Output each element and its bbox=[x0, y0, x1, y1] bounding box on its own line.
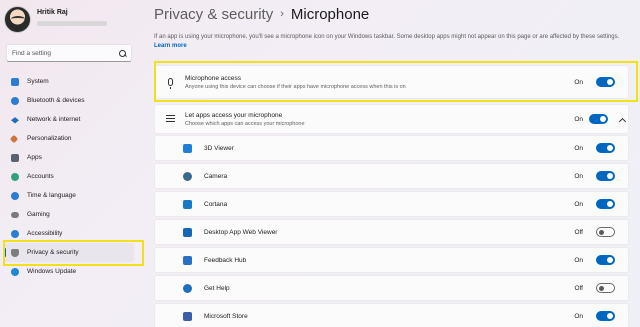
shield-icon bbox=[11, 248, 19, 257]
sidebar-item-label: Gaming bbox=[27, 211, 50, 218]
app-row-camera: Camera On bbox=[154, 163, 629, 189]
sidebar-item-accounts[interactable]: Accounts bbox=[0, 167, 140, 186]
main-content: Privacy & security › Microphone If an app … bbox=[154, 0, 640, 327]
app-toggle[interactable] bbox=[596, 143, 615, 153]
search-input[interactable]: Find a setting bbox=[6, 44, 132, 62]
apps-access-card[interactable]: Let apps access your microphone Choose w… bbox=[154, 104, 629, 134]
app-toggle[interactable] bbox=[596, 283, 615, 293]
app-row-3d-viewer: 3D Viewer On bbox=[154, 135, 629, 161]
breadcrumb-chevron-icon: › bbox=[280, 8, 284, 20]
time-language-icon bbox=[11, 191, 19, 200]
avatar bbox=[4, 6, 31, 33]
camera-icon bbox=[183, 171, 192, 181]
sidebar-item-label: Time & language bbox=[27, 192, 76, 199]
intro-text: If an app is using your microphone, you'… bbox=[154, 33, 632, 51]
sidebar-item-personalization[interactable]: Personalization bbox=[0, 129, 140, 148]
app-state: On bbox=[574, 144, 583, 152]
sidebar-nav: System Bluetooth & devices Network & int… bbox=[0, 72, 140, 281]
app-row-microsoft-store: Microsoft Store On bbox=[154, 303, 629, 327]
apps-access-toggle[interactable] bbox=[589, 114, 608, 124]
sidebar-item-label: Accessibility bbox=[27, 230, 63, 237]
app-state: Off bbox=[574, 284, 583, 292]
store-icon bbox=[183, 311, 192, 321]
cortana-icon bbox=[183, 199, 192, 209]
app-row-get-help: Get Help Off bbox=[154, 275, 629, 301]
gaming-icon bbox=[11, 211, 19, 218]
app-name: Feedback Hub bbox=[204, 256, 247, 264]
get-help-icon bbox=[183, 283, 192, 293]
feedback-hub-icon bbox=[183, 255, 192, 265]
3d-viewer-icon bbox=[183, 143, 192, 153]
learn-more-link[interactable]: Learn more bbox=[154, 43, 187, 49]
breadcrumb[interactable]: Privacy & security bbox=[154, 6, 273, 23]
microphone-icon bbox=[167, 78, 173, 89]
app-name: Get Help bbox=[204, 284, 230, 292]
bluetooth-icon bbox=[11, 96, 19, 105]
sidebar-item-apps[interactable]: Apps bbox=[0, 148, 140, 167]
accessibility-icon bbox=[11, 229, 19, 238]
sidebar-item-network[interactable]: Network & internet bbox=[0, 110, 140, 129]
desktop-web-viewer-icon bbox=[183, 227, 192, 237]
sidebar-item-time-language[interactable]: Time & language bbox=[0, 186, 140, 205]
app-name: Camera bbox=[204, 172, 228, 180]
personalization-icon bbox=[9, 134, 19, 143]
app-state: Off bbox=[574, 228, 583, 236]
sidebar-item-bluetooth[interactable]: Bluetooth & devices bbox=[0, 91, 140, 110]
app-toggle[interactable] bbox=[596, 227, 615, 237]
intro-description: If an app is using your microphone, you'… bbox=[154, 34, 620, 40]
sidebar: Hritik Raj Find a setting System Bluetoo… bbox=[0, 0, 140, 327]
sidebar-item-label: System bbox=[27, 78, 49, 85]
network-icon bbox=[11, 117, 19, 124]
sidebar-item-privacy-security[interactable]: Privacy & security bbox=[4, 243, 134, 262]
app-name: Desktop App Web Viewer bbox=[204, 228, 278, 236]
sidebar-item-label: Personalization bbox=[27, 135, 72, 142]
profile-email-redacted bbox=[37, 21, 107, 26]
apps-access-label: Let apps access your microphone bbox=[185, 111, 283, 119]
sidebar-item-windows-update[interactable]: Windows Update bbox=[0, 262, 140, 281]
app-name: Cortana bbox=[204, 200, 228, 208]
apps-access-desc: Choose which apps can access your microp… bbox=[185, 120, 305, 127]
search-icon[interactable] bbox=[119, 49, 126, 57]
microphone-access-state: On bbox=[574, 78, 583, 86]
apps-access-state: On bbox=[574, 115, 583, 123]
sidebar-item-label: Privacy & security bbox=[27, 249, 79, 256]
app-toggle[interactable] bbox=[596, 311, 615, 321]
microphone-access-label: Microphone access bbox=[185, 74, 241, 82]
sidebar-item-label: Windows Update bbox=[27, 268, 77, 275]
windows-update-icon bbox=[11, 267, 19, 276]
system-icon bbox=[11, 77, 19, 86]
sidebar-item-label: Network & internet bbox=[27, 116, 81, 123]
microphone-access-card[interactable]: Microphone access Anyone using this devi… bbox=[154, 65, 629, 99]
app-name: Microsoft Store bbox=[204, 312, 248, 320]
sidebar-item-label: Accounts bbox=[27, 173, 54, 180]
sidebar-item-gaming[interactable]: Gaming bbox=[0, 205, 140, 224]
app-toggle[interactable] bbox=[596, 255, 615, 265]
app-state: On bbox=[574, 256, 583, 264]
app-state: On bbox=[574, 172, 583, 180]
app-state: On bbox=[574, 312, 583, 320]
page-heading: Microphone bbox=[290, 6, 370, 23]
app-toggle[interactable] bbox=[596, 199, 615, 209]
app-toggle[interactable] bbox=[596, 171, 615, 181]
microphone-access-desc: Anyone using this device can choose if t… bbox=[185, 83, 406, 90]
accounts-icon bbox=[11, 172, 19, 181]
app-row-feedback-hub: Feedback Hub On bbox=[154, 247, 629, 273]
sidebar-item-accessibility[interactable]: Accessibility bbox=[0, 224, 140, 243]
sidebar-item-system[interactable]: System bbox=[0, 72, 140, 91]
app-name: 3D Viewer bbox=[204, 144, 234, 152]
search-placeholder: Find a setting bbox=[12, 49, 52, 57]
apps-icon bbox=[11, 153, 19, 162]
microphone-access-toggle[interactable] bbox=[596, 77, 615, 87]
app-list-icon bbox=[165, 115, 175, 123]
profile-name: Hritik Raj bbox=[37, 9, 68, 16]
chevron-up-icon[interactable] bbox=[619, 116, 626, 123]
sidebar-item-label: Apps bbox=[27, 154, 42, 161]
app-row-cortana: Cortana On bbox=[154, 191, 629, 217]
sidebar-item-label: Bluetooth & devices bbox=[27, 97, 85, 104]
app-row-desktop-app-web-viewer: Desktop App Web Viewer Off bbox=[154, 219, 629, 245]
page-title: Privacy & security › Microphone bbox=[154, 6, 369, 23]
app-state: On bbox=[574, 200, 583, 208]
profile[interactable]: Hritik Raj bbox=[4, 6, 107, 33]
